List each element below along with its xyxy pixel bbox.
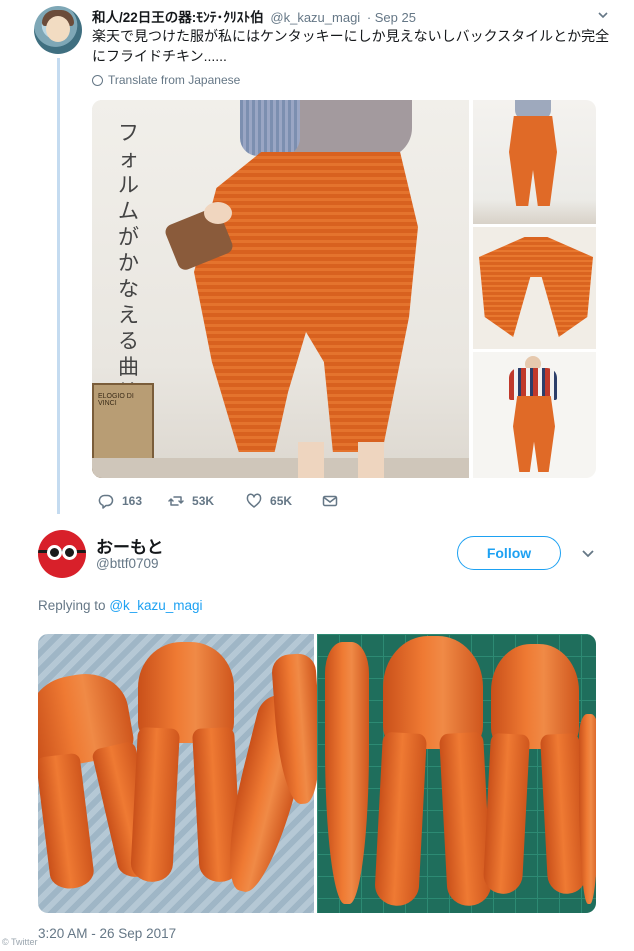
reply-button[interactable]: 163: [98, 493, 142, 509]
display-name[interactable]: おーもと: [96, 533, 164, 558]
replying-handle-link[interactable]: @k_kazu_magi: [109, 598, 202, 613]
translate-label: Translate from Japanese: [108, 73, 241, 87]
twitter-watermark: © Twitter: [2, 937, 38, 947]
follow-button[interactable]: Follow: [457, 536, 561, 570]
avatar[interactable]: [34, 6, 82, 54]
media-photo-thumb-2[interactable]: [473, 227, 596, 349]
reply-count: 163: [122, 494, 143, 508]
avatar-face: [46, 16, 70, 42]
thumb-striped-top: [509, 368, 557, 400]
media-photo-thumb-1[interactable]: [473, 100, 596, 224]
avatar-eye-right: [62, 545, 77, 560]
carrot-6: [373, 636, 493, 907]
media-photo-main[interactable]: フォルムがかなえる曲線 ELOGIO DI VINCI: [92, 100, 469, 478]
media-photo-thumb-3[interactable]: [473, 352, 596, 478]
tweet-text: 楽天で見つけた服が私にはケンタッキーにしか見えないしバックスタイルとか完全にフラ…: [92, 28, 610, 64]
direct-message-button[interactable]: [322, 493, 338, 509]
globe-icon: [92, 74, 103, 86]
photo-hand: [204, 202, 232, 224]
replying-to: Replying to @k_kazu_magi: [38, 598, 203, 613]
thumb-pants: [509, 116, 557, 206]
user-handle[interactable]: @bttf0709: [96, 556, 159, 571]
media-photo-right[interactable]: [317, 634, 596, 913]
caret-down-icon[interactable]: [582, 549, 594, 559]
box-label: ELOGIO DI VINCI: [98, 393, 134, 407]
like-count: 65K: [270, 494, 293, 508]
avatar[interactable]: [38, 530, 86, 578]
thumb-pants: [513, 396, 555, 472]
photo-leg-left: [298, 442, 324, 478]
photo-caption-text: フォルムがかなえる曲線: [118, 121, 139, 405]
tweet-media-grid: [38, 634, 596, 913]
carrot-7: [482, 644, 588, 895]
media-photo-left[interactable]: [38, 634, 326, 913]
carrot-8: [579, 714, 596, 904]
avatar-eye-left: [47, 545, 62, 560]
dm-icon: [322, 495, 338, 507]
retweet-count: 53K: [192, 494, 215, 508]
carrot-5: [325, 642, 369, 904]
translate-link[interactable]: Translate from Japanese: [92, 73, 240, 87]
reply-icon: [98, 494, 114, 509]
retweet-button[interactable]: 53K: [168, 493, 214, 509]
photo-floor: [92, 458, 469, 478]
thumb-flat-pants: [479, 237, 593, 337]
photo-scarf: [240, 100, 300, 156]
user-handle[interactable]: @k_kazu_magi: [270, 10, 360, 25]
caret-down-icon[interactable]: [598, 10, 608, 20]
retweet-icon: [168, 496, 184, 506]
tweet-actions: 163 53K 65K: [92, 490, 338, 512]
photo-leg-right: [358, 442, 384, 478]
tweet-media-grid: フォルムがかなえる曲線 ELOGIO DI VINCI: [92, 100, 596, 478]
carrot-2: [129, 642, 243, 883]
like-icon: [246, 493, 262, 508]
display-name[interactable]: 和人/22日王の器:ﾓﾝﾃ･ｸﾘｽﾄ伯: [92, 10, 264, 25]
tweet-timestamp[interactable]: 3:20 AM - 26 Sep 2017: [38, 926, 176, 941]
tweet-header: 和人/22日王の器:ﾓﾝﾃ･ｸﾘｽﾄ伯 @k_kazu_magi · Sep 2…: [92, 6, 604, 26]
replying-prefix: Replying to: [38, 598, 106, 613]
thread-connector-line: [57, 58, 60, 514]
like-button[interactable]: 65K: [246, 493, 292, 509]
tweet-date[interactable]: · Sep 25: [367, 10, 416, 25]
